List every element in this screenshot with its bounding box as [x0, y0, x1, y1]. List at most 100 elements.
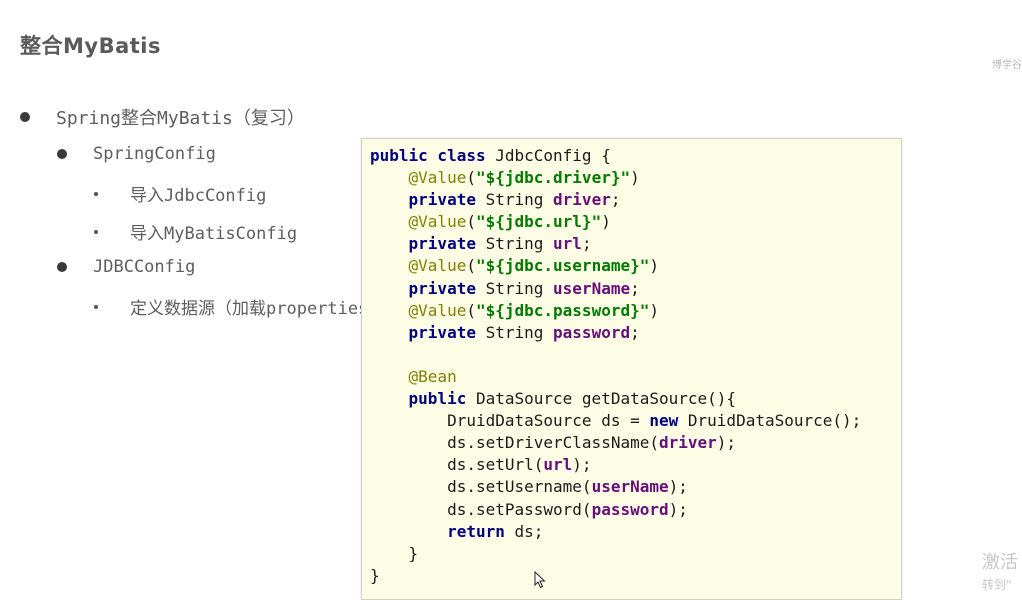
code-token: private	[408, 278, 476, 298]
code-token: driver	[553, 190, 611, 210]
code-token: userName	[553, 278, 631, 298]
code-token: ds.setPassword(	[370, 499, 592, 519]
code-line: DruidDataSource ds = new DruidDataSource…	[370, 410, 861, 432]
code-token: String	[475, 190, 554, 210]
code-token: driver	[658, 433, 717, 453]
code-token: public class	[370, 146, 486, 165]
code-token: String	[475, 322, 554, 342]
code-token: return	[447, 521, 505, 541]
code-line: @Value("${jdbc.driver}")	[370, 167, 861, 189]
bullet-dot-icon	[20, 112, 30, 122]
slide-title: 整合MyBatis	[20, 34, 161, 58]
code-token: )	[649, 256, 659, 276]
code-token: new	[649, 411, 679, 431]
code-token: String	[475, 234, 554, 254]
code-line: ds.setUsername(userName);	[370, 476, 861, 498]
code-token: private	[408, 234, 476, 254]
bullet-dot-icon	[57, 149, 67, 159]
bullet-define-datasource: 定义数据源（加载properties	[94, 294, 368, 319]
code-token: (	[466, 300, 476, 320]
code-token: @Value	[408, 256, 467, 276]
code-line: public DataSource getDataSource(){	[370, 388, 861, 410]
code-line: @Bean	[370, 366, 861, 388]
code-token: @Value	[408, 300, 467, 320]
code-token: (	[466, 212, 476, 232]
code-line: @Value("${jdbc.url}")	[370, 211, 861, 233]
bullet-import-jdbc: 导入JdbcConfig	[94, 181, 266, 206]
code-token: );	[668, 499, 688, 519]
code-token: ds.setUsername(	[370, 477, 592, 497]
bullet-jdbcconfig: JDBCConfig	[57, 257, 195, 277]
watermark-text: 博学谷	[992, 60, 1022, 71]
code-line: @Value("${jdbc.username}")	[370, 255, 861, 277]
watermark-line-1: 激活	[982, 552, 1018, 573]
bullet-import-mybatis: 导入MyBatisConfig	[94, 219, 297, 244]
code-token: );	[572, 455, 592, 475]
bullet-springconfig: SpringConfig	[57, 144, 216, 164]
code-token: String	[475, 278, 554, 298]
code-token: password	[591, 499, 669, 519]
code-panel: public class JdbcConfig { @Value("${jdbc…	[361, 138, 902, 600]
code-line: }	[370, 543, 861, 565]
code-token: )	[601, 212, 611, 232]
code-line: public class JdbcConfig {	[370, 145, 861, 167]
bullet-text: 导入JdbcConfig	[130, 186, 267, 206]
code-token: private	[408, 322, 476, 342]
code-token: ;	[630, 278, 640, 298]
code-token: "${jdbc.url}"	[475, 212, 602, 232]
code-token: (	[466, 256, 476, 276]
code-token: }	[370, 565, 380, 585]
code-token: url	[543, 455, 573, 475]
code-line: private String url;	[370, 233, 861, 255]
code-line: ds.setUrl(url);	[370, 454, 861, 476]
bullet-text: 导入MyBatisConfig	[130, 224, 298, 244]
code-token: }	[370, 543, 419, 563]
code-line: }	[370, 565, 861, 587]
code-token: ds;	[504, 521, 544, 541]
bullet-dot-icon	[94, 229, 98, 234]
bullet-text: 定义数据源（加载properties	[130, 299, 369, 319]
code-line: private String userName;	[370, 278, 861, 300]
code-token: "${jdbc.password}"	[475, 300, 650, 320]
bullet-text: SpringConfig	[93, 144, 216, 164]
code-token: ds.setUrl(	[370, 455, 544, 475]
code-token: ds.setDriverClassName(	[370, 433, 659, 453]
code-line: @Value("${jdbc.password}")	[370, 300, 861, 322]
bullet-dot-icon	[94, 191, 98, 196]
mouse-pointer-icon	[534, 571, 546, 589]
bullet-dot-icon	[57, 262, 67, 272]
bullet-text: Spring整合MyBatis（复习）	[56, 108, 305, 129]
code-token: @Value	[408, 212, 467, 232]
code-token: private	[408, 190, 476, 210]
code-token: ;	[610, 190, 621, 210]
code-token: DruidDataSource ds =	[370, 411, 650, 431]
code-token: public	[408, 389, 467, 409]
code-token: password	[553, 322, 631, 342]
bullet-level1: Spring整合MyBatis（复习）	[20, 104, 305, 130]
code-line: return ds;	[370, 521, 861, 543]
code-token: JdbcConfig {	[485, 146, 611, 165]
code-token: )	[649, 300, 659, 320]
code-token: (	[466, 168, 476, 188]
code-token: @Value	[408, 168, 467, 188]
code-token: "${jdbc.driver}"	[475, 168, 631, 188]
code-token: );	[716, 433, 737, 453]
code-token: userName	[591, 477, 669, 497]
bullet-text: JDBCConfig	[93, 257, 196, 277]
code-token: ;	[581, 234, 592, 254]
code-token: url	[553, 234, 582, 254]
bullet-dot-icon	[94, 304, 98, 309]
code-token: DataSource getDataSource(){	[466, 389, 737, 409]
code-line: ds.setDriverClassName(driver);	[370, 432, 861, 454]
